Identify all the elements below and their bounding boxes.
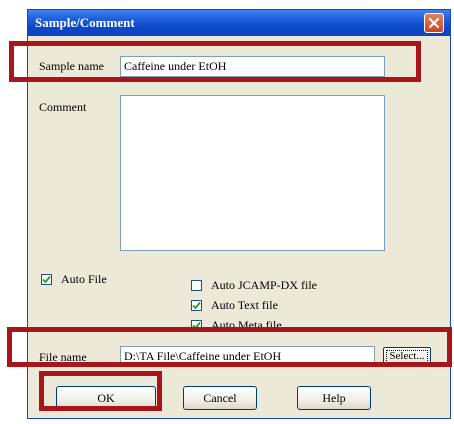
ok-button[interactable]: OK (56, 386, 156, 410)
auto-meta-checkbox-box[interactable] (191, 320, 202, 331)
dialog-body: Sample name Caffeine under EtOH Comment … (28, 36, 450, 418)
cancel-button-label: Cancel (203, 390, 237, 405)
sample-name-label: Sample name (39, 59, 104, 73)
select-file-button-label: Select... (386, 350, 428, 363)
title-bar[interactable]: Sample/Comment (28, 10, 450, 36)
auto-text-checkbox-box[interactable] (191, 300, 202, 311)
window-title: Sample/Comment (35, 15, 135, 30)
checkmark-icon (192, 301, 201, 310)
auto-file-checkbox[interactable]: Auto File (41, 272, 107, 287)
file-name-input[interactable]: D:\TA File\Caffeine under EtOH (120, 346, 375, 367)
auto-text-checkbox[interactable]: Auto Text file (191, 298, 278, 313)
sample-name-input[interactable]: Caffeine under EtOH (120, 56, 385, 77)
auto-jcamp-checkbox-box[interactable] (191, 280, 202, 291)
auto-jcamp-checkbox[interactable]: Auto JCAMP-DX file (191, 278, 317, 293)
auto-file-checkbox-box[interactable] (41, 274, 52, 285)
comment-label: Comment (39, 100, 87, 114)
auto-text-label: Auto Text file (211, 298, 278, 312)
auto-meta-label: Auto Meta file (211, 318, 282, 332)
comment-textarea[interactable] (120, 95, 385, 251)
checkmark-icon (42, 275, 51, 284)
close-icon (428, 17, 440, 29)
checkmark-icon (192, 321, 201, 330)
select-file-button[interactable]: Select... (383, 347, 431, 366)
help-button[interactable]: Help (297, 386, 371, 410)
auto-meta-checkbox[interactable]: Auto Meta file (191, 318, 282, 333)
sample-comment-dialog: Sample/Comment Sample name Caffeine unde… (27, 9, 451, 419)
cancel-button[interactable]: Cancel (183, 386, 257, 410)
auto-jcamp-label: Auto JCAMP-DX file (211, 278, 318, 292)
ok-button-label: OK (97, 390, 115, 405)
file-name-label: File name (39, 350, 87, 364)
close-button[interactable] (424, 13, 444, 33)
auto-file-label: Auto File (61, 272, 107, 286)
help-button-label: Help (322, 390, 346, 405)
